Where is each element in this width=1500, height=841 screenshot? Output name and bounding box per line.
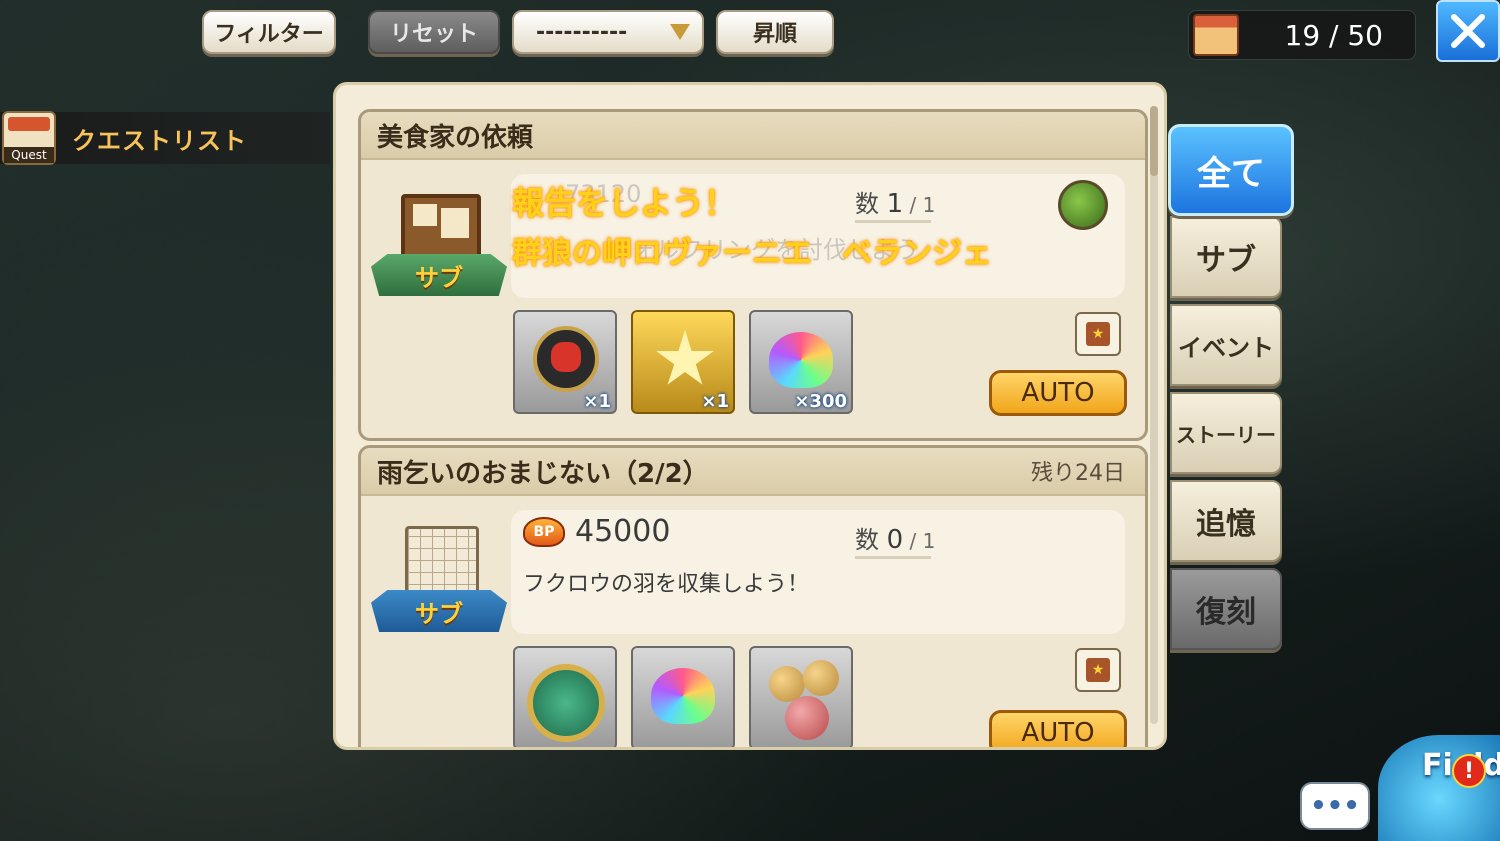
reward-crystal[interactable] [631,646,735,747]
report-target: 群狼の岬ロヴァーニエ ベランジェ [512,236,992,271]
orbs-icon [765,660,843,740]
star-icon [656,330,714,385]
quest-board-icon [1193,14,1239,56]
calendar-icon [405,526,479,600]
coin-icon [527,664,605,742]
quest-card[interactable]: 美食家の依頼 サブ 73120 数 1 / 1 ウォルフリングを討伐しよう ×1… [358,109,1148,441]
quest-title: 雨乞いのおまじない（2/2） [377,458,709,489]
quest-counter: 19 / 50 [1188,10,1416,60]
book-icon: ★ [1086,658,1110,682]
filter-button[interactable]: フィルター [202,10,336,54]
reset-button[interactable]: リセット [368,10,500,54]
quest-title: 美食家の依頼 [377,122,534,153]
crystal-icon [769,332,833,388]
quest-info-box: BP 45000 数 0 / 1 フクロウの羽を収集しよう！ [511,510,1125,634]
scrollbar[interactable] [1150,106,1158,724]
quest-count-value: 19 / 50 [1284,18,1384,52]
quest-progress-count: 数 1 / 1 [855,189,936,219]
reward-crystal[interactable]: ×300 [749,310,853,414]
tab-sub[interactable]: サブ [1170,216,1282,298]
quest-type-badge: サブ [371,184,507,304]
quest-detail-button[interactable]: ★ [1075,648,1121,692]
quest-card[interactable]: 雨乞いのおまじない（2/2） 残り24日 サブ BP 45000 数 0 / 1… [358,445,1148,747]
quest-progress-count: 数 0 / 1 [855,525,936,555]
reward-star[interactable]: ×1 [631,310,735,414]
book-icon: ★ [1086,322,1110,346]
alert-icon: ! [1452,754,1486,788]
bp-value: 45000 [575,514,671,549]
reward-coin[interactable] [513,646,617,747]
herb-icon [1058,180,1108,230]
quest-card-header: 美食家の依頼 [361,112,1145,160]
sort-select[interactable]: ---------- [512,10,704,54]
tab-story[interactable]: ストーリー [1170,392,1282,474]
close-button[interactable] [1436,0,1500,62]
tab-event[interactable]: イベント [1170,304,1282,386]
quest-description: フクロウの羽を収集しよう！ [523,572,810,597]
close-icon [1451,14,1485,48]
auto-button[interactable]: AUTO [989,710,1127,747]
tab-reprint[interactable]: 復刻 [1170,568,1282,650]
quest-remaining: 残り24日 [1031,461,1125,486]
quest-icon-text: Quest [4,147,54,163]
quest-list-title: クエストリスト [72,126,247,155]
quest-type-badge: サブ [371,520,507,640]
quest-detail-button[interactable]: ★ [1075,312,1121,356]
tab-memory[interactable]: 追憶 [1170,480,1282,562]
bp-icon: BP [523,516,565,547]
quest-list-header: Quest クエストリスト [0,111,330,165]
crystal-icon [651,668,715,724]
notice-board-icon [401,194,481,258]
emblem-icon [533,326,599,392]
chat-button[interactable]: ••• [1300,782,1370,830]
chevron-down-icon [670,24,690,40]
report-notice: 報告をしよう！ [512,184,737,222]
quest-list-panel[interactable]: 美食家の依頼 サブ 73120 数 1 / 1 ウォルフリングを討伐しよう ×1… [333,82,1167,750]
reward-orbs[interactable] [749,646,853,747]
reward-emblem[interactable]: ×1 [513,310,617,414]
auto-button[interactable]: AUTO [989,370,1127,416]
scrollbar-thumb[interactable] [1150,106,1158,176]
bp-reward: BP 45000 [523,514,670,549]
quest-icon: Quest [2,111,56,165]
badge-ribbon: サブ [371,590,507,632]
order-button[interactable]: 昇順 [716,10,834,54]
sort-select-value: ---------- [536,19,628,45]
badge-ribbon: サブ [371,254,507,296]
tab-all[interactable]: 全て [1168,124,1294,216]
quest-card-header: 雨乞いのおまじない（2/2） 残り24日 [361,448,1145,496]
